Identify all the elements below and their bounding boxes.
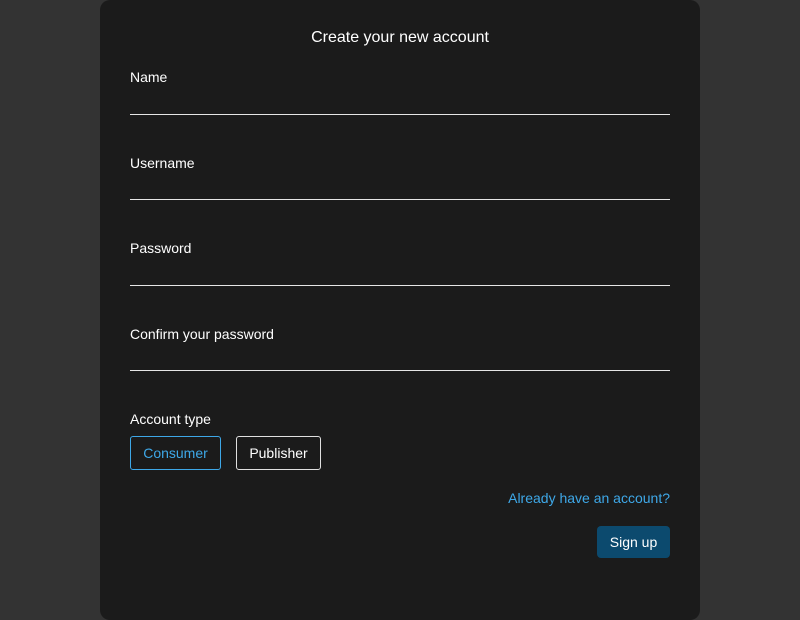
account-type-consumer-button[interactable]: Consumer	[130, 436, 221, 470]
password-label: Password	[130, 240, 192, 256]
username-field[interactable]	[130, 174, 670, 200]
account-type-publisher-button[interactable]: Publisher	[236, 436, 321, 470]
signup-card: Create your new account Name Username Pa…	[100, 0, 700, 620]
sign-up-button[interactable]: Sign up	[597, 526, 670, 558]
name-field[interactable]	[130, 89, 670, 115]
confirm-password-field[interactable]	[130, 345, 670, 371]
username-label: Username	[130, 155, 195, 171]
account-type-label: Account type	[130, 411, 211, 427]
form-title: Create your new account	[311, 29, 489, 46]
confirm-password-label: Confirm your password	[130, 326, 274, 342]
password-field[interactable]	[130, 260, 670, 286]
name-label: Name	[130, 69, 168, 85]
login-link[interactable]: Already have an account?	[508, 489, 670, 507]
